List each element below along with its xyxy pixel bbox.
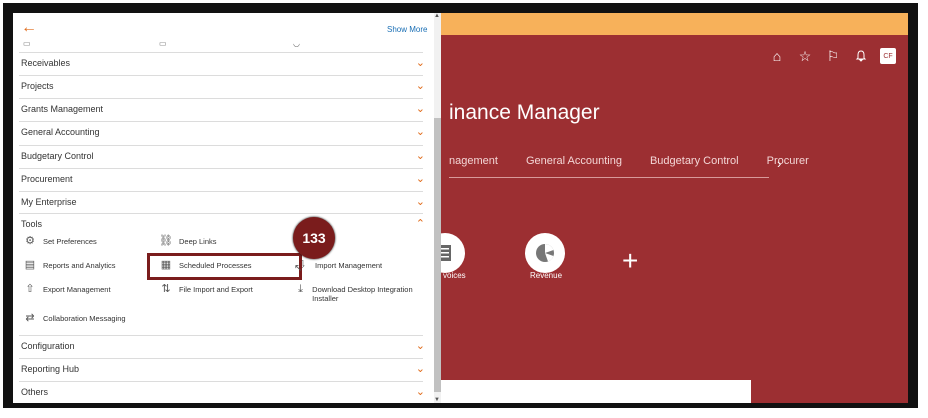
tool-import-management[interactable]: ⇩ Import Management	[295, 259, 382, 272]
chevron-down-icon: ⌄	[415, 363, 425, 375]
nav-group-label: Projects	[21, 81, 54, 91]
nav-group-budgetary-control[interactable]: Budgetary Control ⌄	[19, 145, 425, 168]
tool-download-desktop-integration[interactable]: ⤓ Download Desktop Integration Installer	[295, 283, 415, 303]
global-header-icons: ⌂ ☆ ⚐ CF	[768, 47, 896, 65]
tool-label: Download Desktop Integration Installer	[312, 285, 413, 303]
nav-group-label: Receivables	[21, 58, 71, 68]
app-home: ⌂ ☆ ⚐ CF inance Manager nagement General…	[425, 13, 908, 403]
nav-group-label: Tools	[21, 219, 43, 229]
revenue-tile-label: Revenue	[530, 271, 563, 280]
chevron-right-icon[interactable]: ›	[777, 156, 781, 171]
nav-group-label: Configuration	[21, 341, 75, 351]
nav-group-grants-management[interactable]: Grants Management ⌄	[19, 98, 425, 121]
navigator-panel: ← Show More ▭ ▭ ◡ Receivables ⌄ Projects…	[13, 13, 434, 403]
tool-label: File Import and Export	[179, 285, 253, 294]
nav-group-configuration[interactable]: Configuration ⌄	[19, 335, 425, 358]
nav-group-label: Others	[21, 387, 49, 397]
show-more-link[interactable]: Show More	[387, 25, 427, 34]
highlight-box	[147, 253, 302, 280]
chevron-down-icon: ⌄	[415, 340, 425, 352]
tool-collaboration-messaging[interactable]: ⇄ Collaboration Messaging	[23, 312, 126, 325]
content-card	[441, 380, 751, 403]
tool-set-preferences[interactable]: ⚙ Set Preferences	[23, 235, 97, 248]
nav-group-label: Grants Management	[21, 104, 104, 114]
chevron-down-icon: ⌄	[415, 150, 425, 162]
link-icon: ⛓	[159, 235, 173, 247]
partial-icon: ▭	[23, 39, 31, 48]
nav-group-reporting-hub[interactable]: Reporting Hub ⌄	[19, 358, 425, 381]
reports-icon: ▤	[24, 259, 36, 271]
tool-label: Set Preferences	[43, 237, 97, 246]
nav-group-projects[interactable]: Projects ⌄	[19, 75, 425, 98]
tool-reports-analytics[interactable]: ▤ Reports and Analytics	[23, 259, 116, 272]
nav-group-label: General Accounting	[21, 127, 100, 137]
notifications-bell-icon[interactable]	[852, 47, 870, 65]
tab-partial-management[interactable]: nagement	[449, 155, 498, 167]
tab-procurement[interactable]: Procurer	[767, 155, 809, 167]
chevron-down-icon: ⌄	[415, 196, 425, 208]
invoices-tile-label: voices	[443, 271, 466, 280]
back-arrow-icon[interactable]: ←	[21, 19, 37, 37]
nav-group-label: Procurement	[21, 174, 73, 184]
nav-group-label: Budgetary Control	[21, 151, 94, 161]
tab-underline	[449, 177, 769, 178]
tool-label: Deep Links	[179, 237, 217, 246]
app-banner	[441, 13, 908, 35]
chevron-down-icon: ⌄	[415, 126, 425, 138]
tool-export-management[interactable]: ⇧ Export Management	[23, 283, 111, 296]
chevron-down-icon: ⌄	[415, 173, 425, 185]
user-avatar[interactable]: CF	[880, 48, 896, 64]
screen: ⌂ ☆ ⚐ CF inance Manager nagement General…	[13, 13, 908, 403]
nav-group-procurement[interactable]: Procurement ⌄	[19, 168, 425, 191]
add-icon[interactable]: +	[622, 245, 638, 277]
tool-label: Import Management	[315, 261, 383, 270]
scroll-down-icon[interactable]: ▼	[434, 397, 440, 403]
tab-budgetary-control[interactable]: Budgetary Control	[650, 155, 739, 167]
step-number-badge: 133	[293, 217, 335, 259]
nav-group-others[interactable]: Others ⌄	[19, 381, 425, 403]
tool-deep-links[interactable]: ⛓ Deep Links	[159, 235, 217, 248]
nav-group-label: My Enterprise	[21, 197, 77, 207]
screenshot-frame: ⌂ ☆ ⚐ CF inance Manager nagement General…	[3, 3, 918, 408]
chevron-down-icon: ⌄	[415, 386, 425, 398]
home-icon[interactable]: ⌂	[768, 47, 786, 65]
scroll-up-icon[interactable]: ▲	[434, 13, 440, 19]
tool-label: Collaboration Messaging	[43, 314, 126, 323]
revenue-tile-icon[interactable]	[525, 233, 565, 273]
chevron-down-icon: ⌄	[415, 103, 425, 115]
chevron-up-icon: ⌃	[415, 218, 425, 230]
flag-icon[interactable]: ⚐	[824, 47, 842, 65]
nav-group-tools[interactable]: Tools ⌃	[19, 213, 425, 236]
tab-general-accounting[interactable]: General Accounting	[526, 155, 622, 167]
mouse-cursor-icon: ↖	[294, 263, 303, 274]
nav-group-label: Reporting Hub	[21, 364, 80, 374]
download-icon: ⤓	[298, 283, 304, 295]
partial-icon: ◡	[293, 39, 300, 48]
page-title: inance Manager	[449, 101, 600, 124]
nav-group-receivables[interactable]: Receivables ⌄	[19, 52, 425, 75]
app-tab-strip: nagement General Accounting Budgetary Co…	[449, 155, 809, 167]
chevron-down-icon: ⌄	[415, 57, 425, 69]
panel-scrollbar[interactable]: ▲ ▼	[434, 13, 441, 403]
tool-label: Export Management	[43, 285, 111, 294]
export-icon: ⇧	[25, 283, 35, 295]
preferences-icon: ⚙	[25, 235, 35, 247]
tool-file-import-export[interactable]: ⇅ File Import and Export	[159, 283, 253, 296]
messaging-icon: ⇄	[25, 312, 35, 324]
favorites-star-icon[interactable]: ☆	[796, 47, 814, 65]
tool-label: Reports and Analytics	[43, 261, 116, 270]
partial-icon: ▭	[159, 39, 167, 48]
chevron-down-icon: ⌄	[415, 80, 425, 92]
nav-group-general-accounting[interactable]: General Accounting ⌄	[19, 121, 425, 144]
nav-group-my-enterprise[interactable]: My Enterprise ⌄	[19, 191, 425, 214]
scrollbar-thumb[interactable]	[434, 118, 441, 392]
import-export-arrows-icon: ⇅	[161, 283, 171, 295]
